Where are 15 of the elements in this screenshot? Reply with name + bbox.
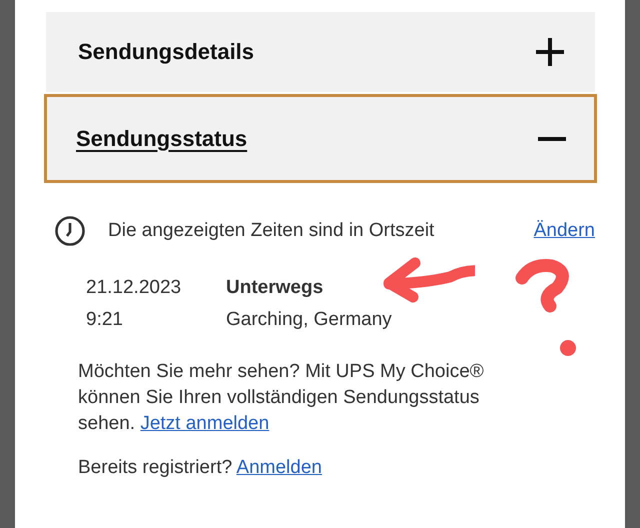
timezone-note: Die angezeigten Zeiten sind in Ortszeit bbox=[108, 220, 436, 242]
clock-icon bbox=[54, 215, 86, 247]
login-text: Bereits registriert? Anmelden bbox=[78, 456, 323, 480]
accordion-header[interactable]: Sendungsdetails bbox=[46, 12, 595, 92]
event-status: Unterwegs bbox=[226, 277, 324, 299]
event-date: 21.12.2023 bbox=[86, 277, 182, 299]
event-location: Garching, Germany bbox=[226, 309, 393, 331]
event-time: 9:21 bbox=[86, 309, 124, 331]
sign-up-link[interactable]: Jetzt anmelden bbox=[140, 413, 270, 434]
upsell-text: Möchten Sie mehr sehen? Mit UPS My Choice® können Sie Ihren vollständigen Sendungsstatus sehen. Jetzt anmelden bbox=[78, 360, 485, 436]
login-link[interactable]: Anmelden bbox=[236, 457, 322, 478]
minus-icon bbox=[538, 136, 566, 140]
change-link[interactable]: Ändern bbox=[534, 220, 595, 242]
plus-icon bbox=[536, 38, 564, 66]
accordion-header[interactable]: Sendungsstatus bbox=[44, 94, 597, 183]
